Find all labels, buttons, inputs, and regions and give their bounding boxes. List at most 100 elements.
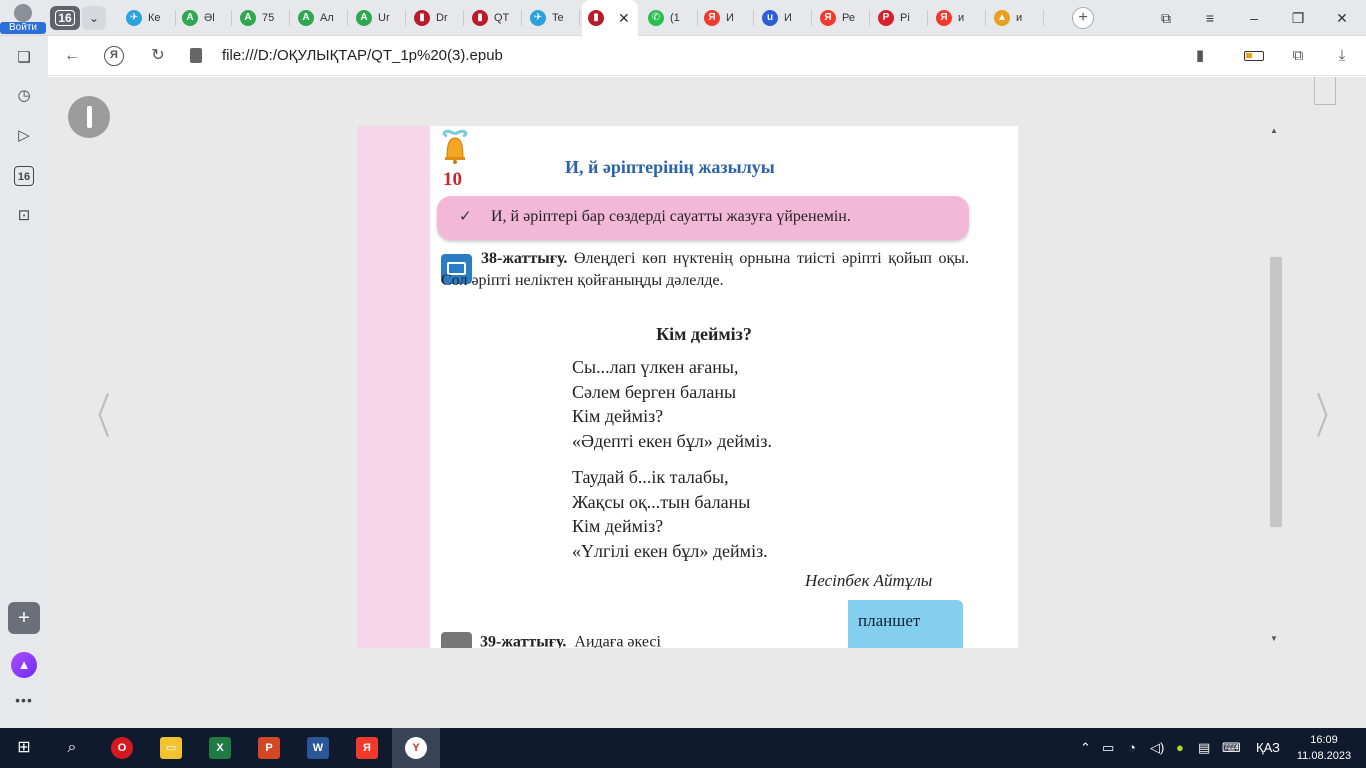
page-scrollbar[interactable]: ▲ ▼ (1269, 126, 1283, 648)
tab-item[interactable]: ✆ (1 (642, 0, 698, 36)
tab-item[interactable]: ЯИ (698, 0, 754, 36)
windows-start-icon[interactable]: ⊞ (0, 728, 48, 768)
close-tab-icon[interactable]: ✕ (618, 0, 630, 36)
bookmark-icon[interactable]: ▮ (1188, 44, 1212, 68)
scroll-up-icon[interactable]: ▲ (1270, 126, 1278, 135)
poem-title: Кім дейміз? (656, 324, 752, 344)
download-icon[interactable]: ⤓ (1330, 44, 1354, 68)
file-icon (190, 48, 202, 63)
tab-separator (869, 10, 870, 26)
notes-icon[interactable]: ▤ (1198, 728, 1210, 768)
tab-title: QT (494, 12, 510, 24)
tab-title: Te (552, 12, 564, 24)
tab-title: и (1016, 12, 1023, 24)
clock[interactable]: 16:09 11.08.2023 (1292, 732, 1356, 764)
poem-line: «Үлгілі екен бұл» дейміз. (572, 540, 768, 561)
tab-count-button[interactable]: 16 (50, 6, 80, 30)
app-tray-icon[interactable]: ● (1176, 728, 1184, 768)
tab-title: Ал (320, 12, 334, 24)
reader-icon: ▮ (414, 10, 430, 26)
word-flag: планшет (848, 600, 963, 648)
tab-title: Ре (842, 12, 855, 24)
new-tab-button[interactable]: + (1072, 7, 1094, 29)
tab-item[interactable]: ▲ и (988, 0, 1044, 36)
tab-list-button[interactable]: ⌄ (82, 6, 106, 30)
history-icon[interactable]: ◷ (12, 84, 36, 108)
powerpoint-icon[interactable]: P (245, 728, 293, 768)
chevron-down-icon: ⌄ (88, 11, 100, 25)
tab-item[interactable]: A 75 (234, 0, 290, 36)
yandex-icon: Я (704, 10, 720, 26)
tab-item[interactable]: ▮ Dr (408, 0, 464, 36)
poem-line: Сы...лап үлкен ағаны, (572, 357, 739, 377)
page-bookmark-icon[interactable] (1314, 77, 1336, 105)
tab-title: И (784, 12, 792, 24)
image-icon: ▲ (994, 10, 1010, 26)
word-icon[interactable]: W (294, 728, 342, 768)
task-39: 39-жаттығу. Аидаға әкесі (441, 632, 661, 648)
battery-icon[interactable]: ▭ (1102, 728, 1114, 768)
tab-item[interactable]: A Әl (176, 0, 232, 36)
scrollbar-thumb[interactable] (1270, 257, 1282, 527)
login-label: Войти (0, 22, 46, 34)
restore-button[interactable]: ❐ (1278, 0, 1318, 36)
language-indicator[interactable]: ҚАЗ (1256, 728, 1280, 768)
yandex-icon: Я (820, 10, 836, 26)
collections-icon[interactable]: ⧉ (1146, 0, 1186, 36)
close-window-button[interactable]: ✕ (1322, 0, 1362, 36)
next-page-arrow[interactable]: 〉 (1316, 377, 1345, 447)
more-icon[interactable]: ••• (10, 692, 38, 708)
minimize-button[interactable]: – (1234, 0, 1274, 36)
tab-count: 16 (55, 10, 75, 26)
a-icon: A (182, 10, 198, 26)
url-field[interactable]: file:///D:/ОҚУЛЫҚТАР/QT_1р%20(3).epub (222, 47, 503, 64)
tab-item[interactable]: ▮ QT (466, 0, 522, 36)
yandex-home-button[interactable]: Я (104, 46, 124, 66)
excel-icon[interactable]: X (196, 728, 244, 768)
add-panel-button[interactable]: + (8, 602, 40, 634)
file-explorer-icon[interactable]: ▭ (147, 728, 195, 768)
tab-item[interactable]: ▮ ✕ (582, 0, 638, 36)
tab-item[interactable]: Я Ре (814, 0, 870, 36)
tab-title: Dr (436, 12, 448, 24)
whatsapp-icon: ✆ (648, 10, 664, 26)
tab-item[interactable]: ✈ Te (524, 0, 580, 36)
menu-icon[interactable]: ≡ (1190, 0, 1230, 36)
yandex-icon[interactable]: Я (343, 728, 391, 768)
yandex-browser-icon[interactable]: Y (392, 728, 440, 768)
tab-title: Әl (204, 12, 215, 24)
keyboard-icon[interactable]: ⌨ (1222, 728, 1241, 768)
prev-page-arrow[interactable]: 〈 (82, 377, 111, 447)
extensions-icon[interactable]: ⧉ (1286, 44, 1310, 68)
tab-item[interactable]: uИ (756, 0, 812, 36)
tab-separator (811, 10, 812, 26)
play-icon[interactable]: ▷ (12, 124, 36, 148)
login-button[interactable]: Войти (0, 0, 46, 36)
tab-item[interactable]: A Ал (292, 0, 348, 36)
task-38: 38-жаттығу. Өлеңдегі көп нүктенің орнына… (441, 248, 969, 292)
search-icon[interactable]: ⌕ (48, 728, 96, 768)
tab-separator (231, 10, 232, 26)
tab-item[interactable]: A Ur (350, 0, 406, 36)
wifi-icon[interactable]: ◔ (1128, 728, 1136, 768)
scroll-down-icon[interactable]: ▼ (1270, 634, 1278, 643)
tab-item[interactable]: Яи (930, 0, 986, 36)
alice-icon[interactable]: ▲ (11, 652, 37, 678)
pause-button[interactable] (68, 96, 110, 138)
clock-date: 11.08.2023 (1296, 750, 1352, 762)
tab-item[interactable]: ✈ Ке (120, 0, 176, 36)
clock-time: 16:09 (1310, 734, 1338, 746)
volume-icon[interactable]: ◁) (1150, 728, 1164, 768)
tabs-count-icon[interactable]: 16 (14, 166, 34, 186)
tab-separator (927, 10, 928, 26)
back-button[interactable]: ← (60, 44, 84, 68)
tab-separator (347, 10, 348, 26)
poem-line: Жақсы оқ...тын баланы (572, 491, 751, 512)
tray-expand-icon[interactable]: ⌃ (1080, 728, 1091, 768)
collections-icon[interactable]: ❏ (12, 46, 36, 70)
battery-saver-icon[interactable] (1244, 51, 1264, 61)
screenshot-icon[interactable]: ⊡ (12, 204, 36, 228)
tab-item[interactable]: P Pi (872, 0, 928, 36)
reload-button[interactable]: ↻ (146, 44, 170, 68)
opera-icon[interactable]: O (98, 728, 146, 768)
